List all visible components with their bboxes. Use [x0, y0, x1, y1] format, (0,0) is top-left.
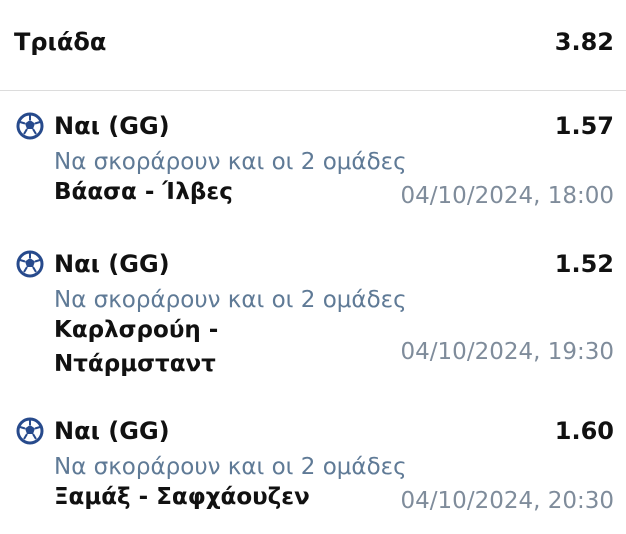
- match-datetime: 04/10/2024, 18:00: [400, 183, 614, 209]
- slip-header: Τριάδα 3.82: [0, 0, 626, 91]
- selection-odds: 1.57: [554, 112, 614, 140]
- selection-label: Ναι (GG): [54, 250, 170, 278]
- market-label: Να σκοράρουν και οι 2 ομάδες: [54, 149, 407, 175]
- total-odds: 3.82: [554, 28, 614, 56]
- bet-item[interactable]: Ναι (GG) 1.52 Να σκοράρουν και οι 2 ομάδ…: [0, 250, 626, 380]
- bet-type-title: Τριάδα: [14, 28, 107, 56]
- selection-odds: 1.60: [554, 417, 614, 445]
- match-name: Ξαμάξ - Σαφχάουζεν: [54, 484, 310, 510]
- market-label: Να σκοράρουν και οι 2 ομάδες: [54, 454, 407, 480]
- selection-label: Ναι (GG): [54, 417, 170, 445]
- market-label: Να σκοράρουν και οι 2 ομάδες: [54, 287, 407, 313]
- match-name-line2: Ντάρμσταντ: [54, 351, 216, 377]
- match-name-line1: Καρλσρούη -: [54, 317, 219, 343]
- match-datetime: 04/10/2024, 19:30: [400, 339, 614, 365]
- match-datetime: 04/10/2024, 20:30: [400, 488, 614, 514]
- selection-label: Ναι (GG): [54, 112, 170, 140]
- bet-item[interactable]: Ναι (GG) 1.60 Να σκοράρουν και οι 2 ομάδ…: [0, 417, 626, 517]
- soccer-ball-icon: [16, 250, 44, 278]
- soccer-ball-icon: [16, 112, 44, 140]
- match-name: Βάασα - Ίλβες: [54, 179, 233, 205]
- bet-item[interactable]: Ναι (GG) 1.57 Να σκοράρουν και οι 2 ομάδ…: [0, 112, 626, 212]
- soccer-ball-icon: [16, 417, 44, 445]
- selection-odds: 1.52: [554, 250, 614, 278]
